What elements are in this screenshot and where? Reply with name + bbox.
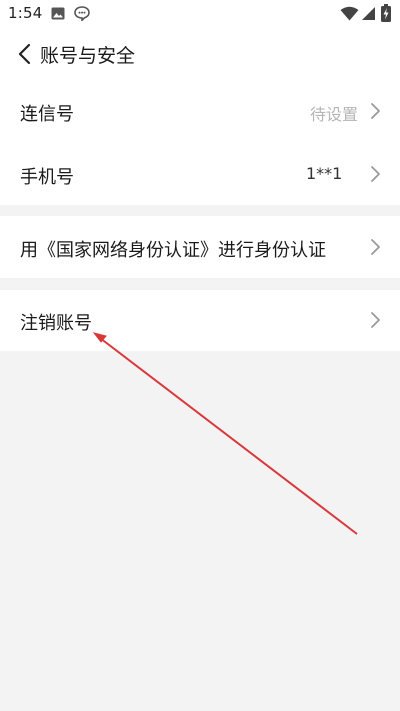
- annotation-arrow: [92, 332, 358, 535]
